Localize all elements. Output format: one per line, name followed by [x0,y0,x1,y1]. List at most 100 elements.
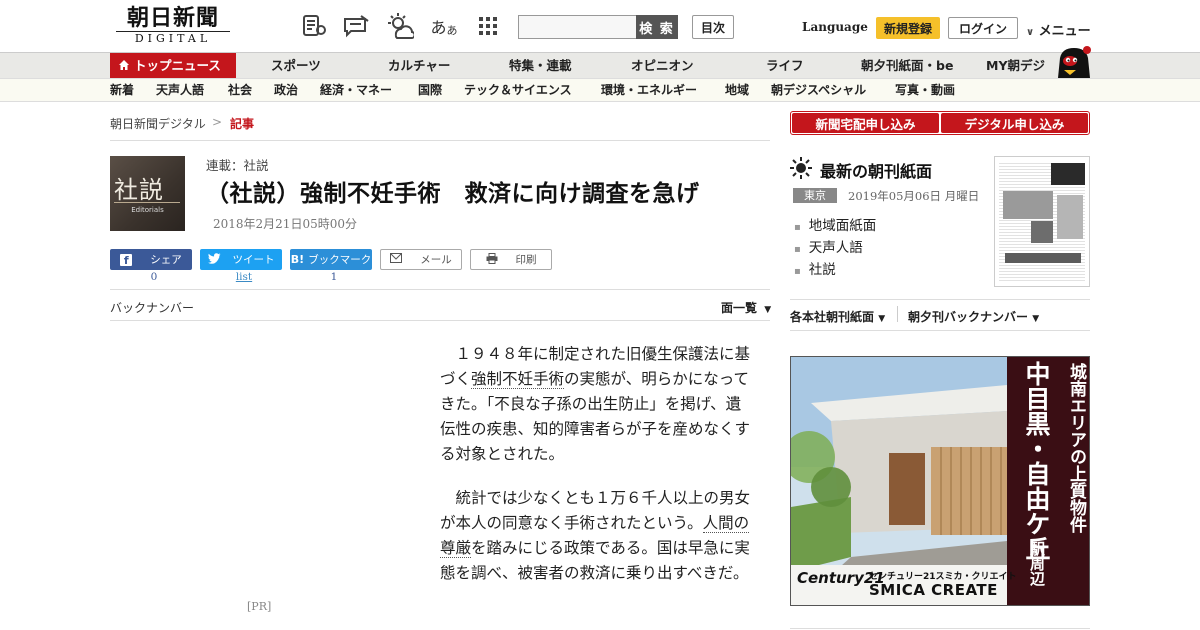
font-size-glyph-small: あ [446,24,458,37]
subnav-item-society[interactable]: 社会 [228,79,252,102]
print-button[interactable]: 印刷 [470,249,552,270]
news-reader-icon[interactable] [300,12,328,40]
newspaper-thumbnail[interactable] [994,156,1090,287]
region-badge: 東京 [793,188,837,203]
logo-kanji: 朝日新聞 [126,5,219,31]
subscribe-buttons: 新聞宅配申し込み デジタル申し込み [790,111,1090,135]
divider [110,140,770,141]
photo-block [1057,195,1083,239]
print-label: 印刷 [515,254,537,266]
article-paragraph: １９４８年に制定された旧優生保護法に基づく強制不妊手術の実態が、明らかになってき… [440,342,752,467]
apply-home-delivery-button[interactable]: 新聞宅配申し込み [792,113,939,133]
language-link[interactable]: Language [802,20,868,34]
divider [110,289,770,290]
pr-label: [PR] [247,600,272,613]
caret-down-icon: ▼ [1032,314,1040,324]
site-logo[interactable]: 朝日新聞 DIGITAL [116,6,230,48]
ad-subheadline: 城南エリアの上質物件 [1066,363,1086,533]
sidebar-link-tenseijingo[interactable]: ▪ 天声人語 [794,236,863,256]
subnav-item-politics[interactable]: 政治 [274,79,298,102]
editorial-logo-text: 社説 [114,176,164,204]
editorial-logo-sub: Editorials [131,206,164,214]
nav-item-sports[interactable]: スポーツ [271,53,321,79]
breadcrumb-home[interactable]: 朝日新聞デジタル [110,115,206,132]
regional-edition-dropdown[interactable]: 各本社朝刊紙面 ▼ [790,308,885,325]
nav-item-paper[interactable]: 朝夕刊紙面・be [861,53,953,79]
keyword-link[interactable]: 強制不妊手術 [471,370,565,389]
subnav-item-region[interactable]: 地域 [725,79,749,102]
breadcrumb-separator: > [212,115,223,129]
divider [110,320,770,321]
dropdown-label: 各本社朝刊紙面 [790,310,875,324]
ad-headline-tail: 駅周辺 [1028,541,1046,586]
sidebar-link-editorial[interactable]: ▪ 社説 [794,258,836,278]
weather-icon[interactable] [386,12,414,40]
logo-subtitle: DIGITAL [116,31,230,46]
backnumber-link[interactable]: バックナンバー [110,299,194,316]
sidebar-link-regional[interactable]: ▪ 地域面紙面 [794,214,876,234]
login-button[interactable]: ログイン [948,17,1018,39]
toc-button[interactable]: 目次 [692,15,734,39]
nav-item-features[interactable]: 特集・連載 [509,53,572,79]
photo-block [1003,191,1053,219]
nav-item-opinion[interactable]: オピニオン [631,53,694,79]
message-icon[interactable] [342,12,370,40]
editorial-logo[interactable]: 社説 Editorials [110,156,185,231]
search-input[interactable] [518,15,638,39]
nav-item-life[interactable]: ライフ [766,53,804,79]
newspaper-page-image [999,161,1085,282]
subnav-item-photo-video[interactable]: 写真・動画 [895,79,955,102]
subnav-item-tech-science[interactable]: テック＆サイエンス [464,79,572,102]
subnav-item-international[interactable]: 国際 [418,79,442,102]
register-button[interactable]: 新規登録 [876,17,940,39]
page-list-dropdown[interactable]: 面一覧 ▼ [721,299,771,316]
mail-share-button[interactable]: メール [380,249,462,270]
nav-item-top-news[interactable]: トップニュース [110,53,236,79]
edition-date: 2019年05月06日 月曜日 [848,189,980,203]
font-size-icon[interactable]: ああ [430,12,458,40]
divider [790,299,1090,300]
subnav-item-special[interactable]: 朝デジスペシャル [771,79,866,102]
page-list-label: 面一覧 [721,301,758,315]
subnav-item-latest[interactable]: 新着 [110,79,134,102]
advertisement-banner[interactable]: 城南エリアの上質物件 中目黒・自由ケ丘 駅周辺 Century21 センチュリー… [790,356,1090,606]
breadcrumb-current: 記事 [230,117,255,131]
backnumber-dropdown[interactable]: 朝夕刊バックナンバー ▼ [908,308,1039,325]
hatena-count: 1 [330,271,338,283]
ad-company-en: SMICA CREATE [869,581,998,599]
bullet-icon: ▪ [794,244,801,255]
mail-label: メール [420,254,452,266]
article-paragraph: 統計では少なくとも１万６千人以上の男女が本人の同意なく手術されたという。人間の尊… [440,486,752,586]
apply-digital-button[interactable]: デジタル申し込み [941,113,1088,133]
nav-label: トップニュース [134,58,221,73]
nav-item-culture[interactable]: カルチャー [388,53,450,79]
facebook-share-button[interactable]: f シェア [110,249,192,270]
facebook-count: 0 [150,271,158,283]
facebook-share-label: シェア [150,254,182,266]
subnav-item-environment[interactable]: 環境・エネルギー [601,79,697,102]
menu-button[interactable]: ∨ メニュー [1026,20,1091,39]
font-size-glyph: あ [430,18,447,37]
subnav-item-economy[interactable]: 経済・マネー [320,79,392,102]
photo-block [1031,221,1053,243]
chevron-down-icon: ∨ [1026,27,1035,38]
series-label[interactable]: 連載：社説 [206,155,269,174]
nav-item-my-asahi[interactable]: MY朝デジ [986,53,1045,79]
subnav-item-tenseijingo[interactable]: 天声人語 [156,79,204,102]
latest-edition-title[interactable]: 最新の朝刊紙面 [820,158,932,182]
hatena-bookmark-button[interactable]: B! ブックマーク [290,249,372,270]
sun-icon [790,157,812,179]
sidebar-link-label: 天声人語 [808,240,863,256]
twitter-share-label: ツイート [232,254,275,266]
twitter-share-button[interactable]: ツイート [200,249,282,270]
bullet-icon: ▪ [794,222,801,233]
ad-headline: 中目黒・自由ケ丘 [1022,361,1051,561]
apps-grid-icon[interactable] [474,12,502,40]
search-button[interactable]: 検 索 [636,15,678,39]
hatena-icon: B! [290,253,305,266]
twitter-count-link[interactable]: list [203,271,285,283]
mascot-icon[interactable] [1054,44,1092,78]
hatena-label: ブックマーク [308,254,372,266]
twitter-icon [207,252,221,267]
divider [897,306,898,322]
